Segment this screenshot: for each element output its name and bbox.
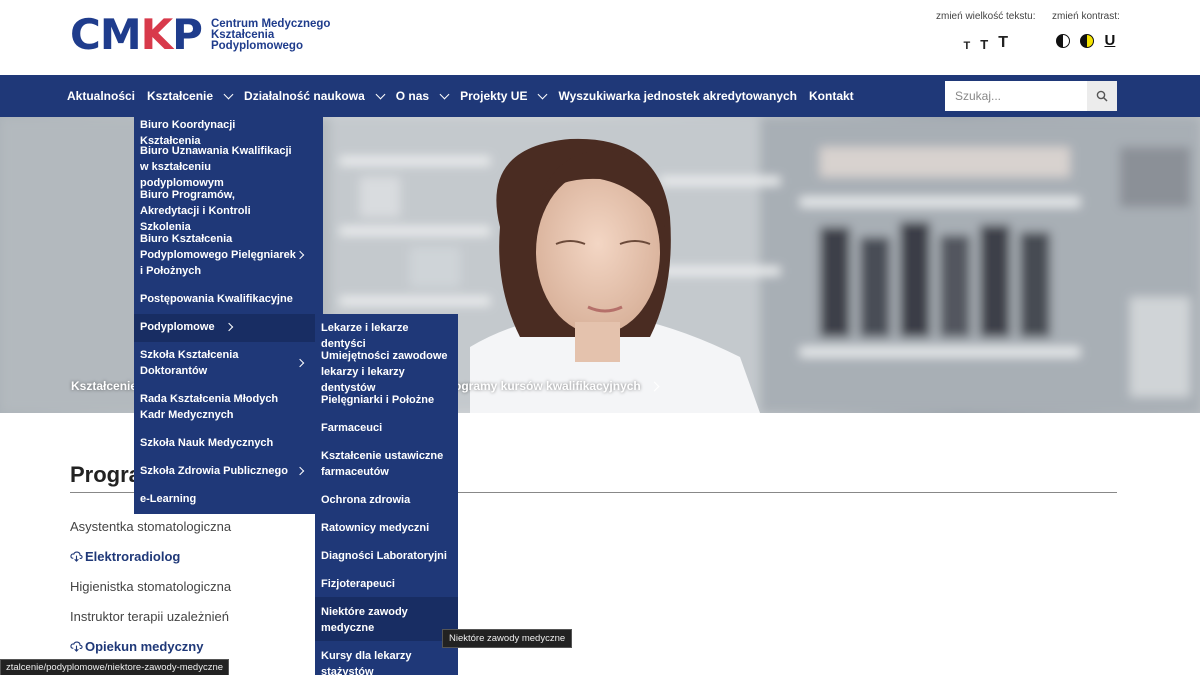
chevron-right-icon bbox=[295, 466, 305, 476]
browser-status-url: ztalcenie/podyplomowe/niektore-zawody-me… bbox=[0, 659, 230, 675]
breadcrumb-current[interactable]: ogramy kursów kwalifikacyjnych bbox=[454, 379, 660, 393]
chevron-down-icon bbox=[223, 89, 234, 99]
search-button[interactable] bbox=[1087, 81, 1117, 111]
breadcrumb-start[interactable]: Kształcenie bbox=[71, 379, 137, 393]
profession-item[interactable]: Elektroradiolog bbox=[70, 549, 231, 579]
page-title: Progra bbox=[70, 462, 141, 487]
nav-item-1[interactable]: Kształcenie bbox=[147, 89, 234, 103]
submenu-item-10[interactable]: Kursy dla lekarzy stażystów bbox=[315, 648, 458, 675]
underline-links-button[interactable]: U bbox=[1104, 33, 1115, 48]
dropdown-item-1[interactable]: Biuro Uznawania Kwalifikacji w kształcen… bbox=[134, 143, 315, 189]
dropdown-item-label: e-Learning bbox=[140, 493, 197, 505]
nav-item-label: Działalność naukowa bbox=[244, 89, 365, 103]
nav-item-4[interactable]: Projekty UE bbox=[460, 89, 548, 103]
dropdown-item-7[interactable]: Rada Kształcenia Młodych Kadr Medycznych bbox=[134, 391, 315, 423]
search-box bbox=[945, 81, 1117, 111]
logo-mark: CMKP bbox=[70, 10, 203, 59]
nav-item-3[interactable]: O nas bbox=[395, 89, 450, 103]
kształcenie-dropdown: Biuro Koordynacji Kształcenia Biuro Uznaw… bbox=[134, 111, 323, 514]
contrast-yellow-icon[interactable] bbox=[1080, 34, 1095, 48]
font-small-button[interactable]: T bbox=[964, 40, 971, 52]
font-large-button[interactable]: T bbox=[998, 34, 1008, 52]
submenu-item-label: Kursy dla lekarzy stażystów bbox=[321, 650, 412, 675]
nav-item-6[interactable]: Kontakt bbox=[809, 89, 854, 103]
submenu-item-label: Diagności Laboratoryjni bbox=[321, 550, 447, 562]
dropdown-item-label: Biuro Kształcenia Podyplomowego Pielęgni… bbox=[140, 233, 296, 277]
contrast-label: zmień kontrast: bbox=[1052, 11, 1120, 22]
font-size-label: zmień wielkość tekstu: bbox=[936, 11, 1036, 22]
submenu-item-label: Kształcenie ustawiczne farmaceutów bbox=[321, 450, 444, 478]
nav-item-label: Projekty UE bbox=[460, 89, 528, 103]
dropdown-item-10[interactable]: e-Learning bbox=[134, 491, 315, 507]
profession-label: Higienistka stomatologiczna bbox=[70, 579, 232, 594]
submenu-item-6[interactable]: Ratownicy medyczni bbox=[315, 520, 458, 536]
nav-item-label: Kontakt bbox=[809, 89, 854, 103]
dropdown-item-label: Biuro Programów, Akredytacji i Kontroli … bbox=[140, 189, 251, 233]
dropdown-item-label: Szkoła Kształcenia Doktorantów bbox=[140, 349, 239, 377]
submenu-item-label: Umiejętności zawodowe lekarzy i lekarzy … bbox=[321, 350, 448, 394]
profession-label: Instruktor terapii uzależnień bbox=[70, 609, 229, 624]
nav-item-label: Kształcenie bbox=[147, 89, 214, 103]
chevron-down-icon bbox=[439, 89, 450, 99]
submenu-item-label: Pielęgniarki i Położne bbox=[321, 394, 435, 406]
podyplomowe-submenu: Lekarze i lekarze dentyści Umiejętności z… bbox=[315, 314, 458, 675]
site-logo[interactable]: CMKP Centrum Medycznego Kształcenia Pody… bbox=[70, 14, 341, 56]
submenu-item-label: Niektóre zawody medyczne bbox=[321, 606, 408, 634]
dropdown-item-label: Postępowania Kwalifikacyjne bbox=[140, 293, 293, 305]
dropdown-item-6[interactable]: Szkoła Kształcenia Doktorantów bbox=[134, 347, 315, 379]
logo-text: Centrum Medycznego Kształcenia Podyplomo… bbox=[210, 17, 331, 52]
submenu-item-5[interactable]: Ochrona zdrowia bbox=[315, 492, 458, 508]
dropdown-item-0[interactable]: Biuro Koordynacji Kształcenia bbox=[134, 117, 315, 147]
profession-label: Opiekun medyczny bbox=[85, 639, 204, 654]
submenu-item-7[interactable]: Diagności Laboratoryjni bbox=[315, 548, 458, 564]
cloud-download-icon bbox=[70, 551, 83, 562]
dropdown-item-8[interactable]: Szkoła Nauk Medycznych bbox=[134, 435, 315, 451]
dropdown-item-3[interactable]: Biuro Kształcenia Podyplomowego Pielęgni… bbox=[134, 231, 315, 279]
dropdown-item-4[interactable]: Postępowania Kwalifikacyjne bbox=[134, 291, 315, 307]
submenu-item-label: Ratownicy medyczni bbox=[321, 522, 430, 534]
nav-item-label: Wyszukiwarka jednostek akredytowanych bbox=[558, 89, 798, 103]
dropdown-item-label: Rada Kształcenia Młodych Kadr Medycznych bbox=[140, 393, 279, 421]
profession-list: Asystentka stomatologiczna Elektroradiolo… bbox=[70, 519, 231, 669]
contrast-controls: zmień kontrast: U bbox=[1052, 11, 1120, 48]
submenu-item-label: Farmaceuci bbox=[321, 422, 383, 434]
search-input[interactable] bbox=[945, 81, 1087, 111]
site-header: CMKP Centrum Medycznego Kształcenia Pody… bbox=[0, 0, 1200, 75]
profession-item[interactable]: Asystentka stomatologiczna bbox=[70, 519, 231, 549]
submenu-item-9[interactable]: Niektóre zawody medyczne bbox=[315, 604, 458, 636]
profession-item[interactable]: Higienistka stomatologiczna bbox=[70, 579, 231, 609]
dropdown-item-label: Biuro Uznawania Kwalifikacji w kształcen… bbox=[140, 145, 292, 189]
submenu-item-8[interactable]: Fizjoterapeuci bbox=[315, 576, 458, 592]
submenu-item-1[interactable]: Umiejętności zawodowe lekarzy i lekarzy … bbox=[315, 348, 458, 396]
dropdown-item-2[interactable]: Biuro Programów, Akredytacji i Kontroli … bbox=[134, 187, 315, 233]
font-size-controls: zmień wielkość tekstu: T T T bbox=[936, 11, 1035, 52]
dropdown-item-label: Szkoła Nauk Medycznych bbox=[140, 437, 274, 449]
chevron-down-icon bbox=[375, 89, 386, 99]
nav-item-label: O nas bbox=[395, 89, 430, 103]
submenu-item-2[interactable]: Pielęgniarki i Położne bbox=[315, 392, 458, 408]
dropdown-item-5[interactable]: Podyplomowe bbox=[134, 319, 244, 335]
submenu-item-3[interactable]: Farmaceuci bbox=[315, 420, 458, 436]
breadcrumb-chevron-icon bbox=[649, 381, 660, 391]
cloud-download-icon bbox=[70, 641, 83, 652]
nav-item-label: Aktualności bbox=[67, 89, 136, 103]
contrast-default-icon[interactable] bbox=[1056, 34, 1071, 48]
submenu-item-4[interactable]: Kształcenie ustawiczne farmaceutów bbox=[315, 448, 458, 480]
profession-label: Asystentka stomatologiczna bbox=[70, 519, 232, 534]
profession-label: Elektroradiolog bbox=[85, 549, 181, 564]
search-icon bbox=[1096, 90, 1108, 102]
profession-item[interactable]: Instruktor terapii uzależnień bbox=[70, 609, 231, 639]
chevron-right-icon bbox=[295, 250, 305, 260]
nav-item-0[interactable]: Aktualności bbox=[67, 89, 135, 103]
nav-item-2[interactable]: Działalność naukowa bbox=[244, 89, 386, 103]
chevron-down-icon bbox=[538, 89, 548, 99]
font-medium-button[interactable]: T bbox=[980, 37, 988, 52]
nav-item-5[interactable]: Wyszukiwarka jednostek akredytowanych bbox=[558, 89, 797, 103]
dropdown-item-label: Szkoła Zdrowia Publicznego bbox=[140, 465, 288, 477]
dropdown-item-9[interactable]: Szkoła Zdrowia Publicznego bbox=[134, 463, 315, 479]
submenu-item-label: Fizjoterapeuci bbox=[321, 578, 395, 590]
submenu-item-label: Ochrona zdrowia bbox=[321, 494, 411, 506]
link-tooltip: Niektóre zawody medyczne bbox=[442, 629, 573, 648]
chevron-right-icon bbox=[295, 358, 305, 368]
